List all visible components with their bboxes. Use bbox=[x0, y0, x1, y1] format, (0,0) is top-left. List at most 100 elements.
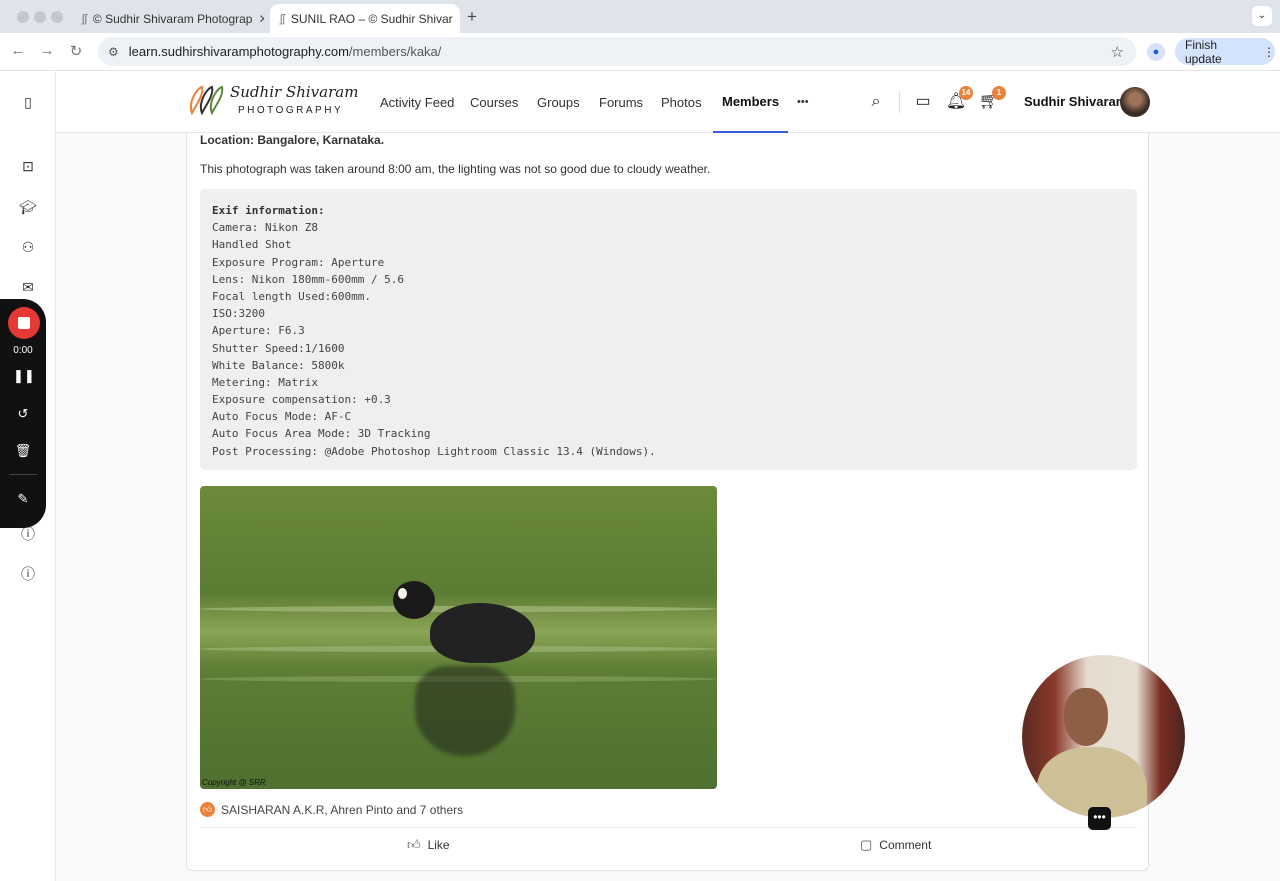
logo-mark-icon bbox=[190, 85, 224, 116]
url-path: /members/kaka/ bbox=[348, 44, 442, 59]
browser-tab[interactable]: ʃʃ © Sudhir Shivaram Photograp ✕ bbox=[72, 4, 264, 33]
tab-search-chevron-icon[interactable]: ⌄ bbox=[1252, 6, 1272, 26]
browser-tab-bar: ʃʃ © Sudhir Shivaram Photograp ✕ ʃʃ SUNI… bbox=[0, 0, 1280, 33]
close-icon[interactable]: ✕ bbox=[258, 12, 264, 26]
sidebar-toggle-icon[interactable]: ▯ bbox=[19, 93, 37, 111]
recording-timer: 0:00 bbox=[13, 345, 33, 356]
presenter-face bbox=[1064, 688, 1108, 746]
nav-members[interactable]: Members bbox=[713, 71, 789, 133]
post-location: Location: Bangalore, Karnataka. bbox=[200, 133, 385, 147]
site-header: Sudhir Shivaram PHOTOGRAPHY Activity Fee… bbox=[56, 71, 1280, 133]
cart-icon[interactable]: 🛒︎ 1 bbox=[978, 86, 1006, 113]
back-arrow-icon[interactable]: ← bbox=[8, 42, 28, 59]
window-close-button[interactable] bbox=[17, 11, 29, 23]
like-button[interactable]: 👍︎ Like bbox=[407, 837, 450, 853]
exif-line: Auto Focus Area Mode: 3D Tracking bbox=[212, 427, 431, 441]
exif-line: Handled Shot bbox=[212, 238, 292, 252]
profile-icon[interactable]: ● bbox=[1147, 43, 1165, 61]
url-host: learn.sudhirshivaramphotography.com bbox=[128, 44, 349, 59]
finish-update-label: Finish update bbox=[1185, 37, 1222, 66]
logo-caps-text: PHOTOGRAPHY bbox=[238, 105, 344, 116]
comment-bubble-icon: ▢ bbox=[860, 837, 873, 852]
like-reaction-icon: 👍︎ bbox=[200, 802, 215, 817]
bird-body bbox=[430, 603, 535, 663]
post-description: This photograph was taken around 8:00 am… bbox=[200, 162, 711, 176]
site-favicon-icon: ʃʃ bbox=[280, 12, 285, 25]
more-menu-icon[interactable]: ••• bbox=[797, 71, 809, 133]
pencil-icon[interactable]: ✎ bbox=[13, 489, 33, 509]
info-icon[interactable]: ⓘ bbox=[19, 565, 37, 583]
notification-count-badge: 14 bbox=[959, 86, 973, 100]
nav-photos[interactable]: Photos bbox=[661, 71, 701, 133]
nav-groups[interactable]: Groups bbox=[537, 71, 580, 133]
exif-line: Exposure Program: Aperture bbox=[212, 255, 385, 269]
notification-bell-icon[interactable]: 🔔︎ 14 bbox=[945, 86, 973, 113]
webcam-bubble[interactable] bbox=[1022, 655, 1185, 818]
forward-arrow-icon[interactable]: → bbox=[37, 42, 57, 59]
bird-white-shield bbox=[398, 588, 407, 599]
exif-line: Auto Focus Mode: AF-C bbox=[212, 410, 352, 424]
trash-icon[interactable]: 🗑︎ bbox=[13, 441, 33, 461]
pause-icon[interactable]: ❚❚ bbox=[13, 366, 35, 386]
browser-tab-active[interactable]: ʃʃ SUNIL RAO – © Sudhir Shivar ✕ bbox=[270, 4, 460, 33]
stop-recording-button[interactable] bbox=[8, 307, 40, 339]
tab-title: © Sudhir Shivaram Photograp bbox=[92, 11, 253, 26]
exif-line: Exposure compensation: +0.3 bbox=[212, 393, 391, 407]
inbox-icon[interactable]: ▭ bbox=[912, 91, 934, 113]
user-name[interactable]: Sudhir Shivaram bbox=[1024, 94, 1127, 109]
close-icon[interactable]: ✕ bbox=[459, 12, 460, 26]
site-settings-icon[interactable]: ⚙ bbox=[108, 45, 119, 59]
like-label: Like bbox=[427, 838, 450, 852]
divider bbox=[9, 474, 37, 475]
comment-label: Comment bbox=[879, 838, 932, 852]
bird-reflection bbox=[415, 666, 515, 756]
divider bbox=[200, 827, 1137, 828]
forums-chat-icon[interactable]: ✉ bbox=[19, 278, 37, 296]
reload-icon[interactable]: ↻ bbox=[66, 42, 86, 60]
window-minimize-button[interactable] bbox=[34, 11, 46, 23]
activity-icon[interactable]: ⊡ bbox=[19, 157, 37, 175]
exif-line: White Balance: 5800k bbox=[212, 358, 345, 372]
groups-icon[interactable]: ⚇ bbox=[19, 238, 37, 256]
thumbs-up-icon: 👍︎ bbox=[407, 837, 421, 852]
tab-title: SUNIL RAO – © Sudhir Shivar bbox=[290, 11, 453, 26]
activity-post-card: Location: Bangalore, Karnataka. This pho… bbox=[186, 133, 1149, 871]
webcam-more-icon[interactable]: ••• bbox=[1088, 807, 1111, 830]
photo-copyright: Copyright @ SRR bbox=[202, 778, 266, 787]
exif-line: Metering: Matrix bbox=[212, 375, 318, 389]
exif-line: ISO:3200 bbox=[212, 307, 265, 321]
screen-recorder-toolbar: 0:00 ❚❚ ↺ 🗑︎ ✎ bbox=[0, 299, 46, 528]
exif-line: Focal length Used:600mm. bbox=[212, 289, 371, 303]
new-tab-icon[interactable]: + bbox=[467, 7, 477, 27]
exif-line: Post Processing: @Adobe Photoshop Lightr… bbox=[212, 444, 656, 458]
likers-text: SAISHARAN A.K.R, Ahren Pinto and 7 other… bbox=[221, 802, 464, 817]
site-favicon-icon: ʃʃ bbox=[82, 12, 87, 25]
browser-toolbar: ← → ↻ ⚙ learn.sudhirshivaramphotography.… bbox=[0, 33, 1280, 71]
nav-activity-feed[interactable]: Activity Feed bbox=[380, 71, 454, 133]
address-bar[interactable]: ⚙ learn.sudhirshivaramphotography.com/me… bbox=[98, 37, 1136, 66]
exif-heading: Exif information: bbox=[212, 204, 325, 217]
bird-head bbox=[393, 581, 435, 619]
exif-line: Lens: Nikon 180mm-600mm / 5.6 bbox=[212, 272, 405, 286]
site-logo[interactable]: Sudhir Shivaram PHOTOGRAPHY bbox=[186, 81, 358, 121]
header-divider bbox=[899, 91, 900, 113]
finish-update-button[interactable]: Finish update ⋮ bbox=[1175, 37, 1275, 66]
kebab-menu-icon[interactable]: ⋮ bbox=[1263, 45, 1275, 59]
nav-courses[interactable]: Courses bbox=[470, 71, 518, 133]
window-zoom-button[interactable] bbox=[51, 11, 63, 23]
cart-count-badge: 1 bbox=[992, 86, 1006, 100]
likes-summary[interactable]: 👍︎ SAISHARAN A.K.R, Ahren Pinto and 7 ot… bbox=[200, 802, 463, 817]
exif-line: Camera: Nikon Z8 bbox=[212, 221, 318, 235]
exif-line: Aperture: F6.3 bbox=[212, 324, 305, 338]
post-photo-coot[interactable]: Copyright @ SRR bbox=[200, 486, 717, 789]
avatar[interactable] bbox=[1120, 87, 1150, 117]
exif-line: Shutter Speed:1/1600 bbox=[212, 341, 345, 355]
logo-script-text: Sudhir Shivaram bbox=[230, 83, 359, 101]
nav-forums[interactable]: Forums bbox=[599, 71, 643, 133]
bookmark-star-icon[interactable]: ☆ bbox=[1111, 43, 1124, 61]
exif-code-block: Exif information: Camera: Nikon Z8 Handl… bbox=[200, 189, 1137, 470]
restart-icon[interactable]: ↺ bbox=[13, 404, 33, 424]
search-icon[interactable]: ⌕ bbox=[865, 91, 887, 113]
comment-button[interactable]: ▢ Comment bbox=[860, 837, 931, 853]
graduation-cap-icon[interactable]: 🎓︎ bbox=[19, 198, 37, 216]
